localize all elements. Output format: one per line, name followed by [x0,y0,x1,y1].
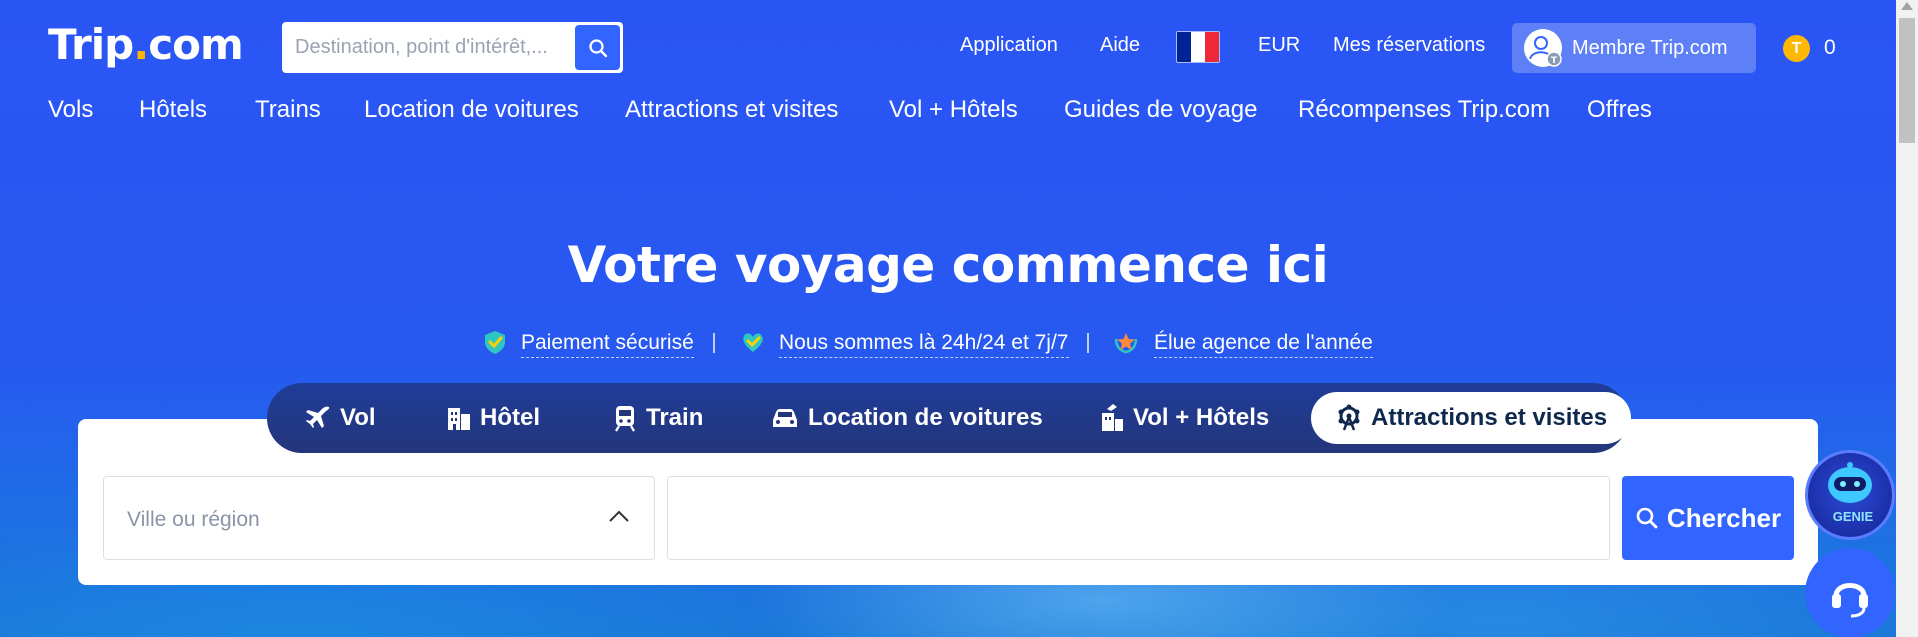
tab-train[interactable]: Train [612,392,703,444]
search-icon [588,38,607,57]
destination-search-input[interactable] [282,27,572,68]
scroll-up-arrow[interactable] [1901,2,1913,10]
trip-coins-icon[interactable]: T [1783,35,1810,62]
genie-label: GENIE [1832,509,1874,524]
nav-item-attractions[interactable]: Attractions et visites [625,96,838,124]
member-label: Membre Trip.com [1572,36,1728,59]
tab-label: Vol + Hôtels [1133,404,1270,431]
robot-icon [1828,462,1872,503]
building-icon [448,408,470,430]
nav-item-car-rental[interactable]: Location de voitures [364,96,579,124]
page-scrollbar[interactable] [1896,0,1918,637]
help-link[interactable]: Aide [1100,34,1140,57]
tab-attractions[interactable]: Attractions et visites [1311,392,1632,444]
search-submit-button[interactable]: Chercher [1622,476,1794,560]
scrollbar-thumb[interactable] [1899,18,1915,143]
heart-support-icon [743,333,763,352]
nav-item-trains[interactable]: Trains [255,96,321,124]
search-tabs: Vol Hôtel Train Location de voitures Vol… [267,383,1632,453]
top-bar: Trip.com Application Aide EUR Mes réserv… [0,0,1900,96]
city-region-placeholder: Ville ou région [127,508,260,531]
currency-selector[interactable]: EUR [1258,34,1300,57]
chevron-up-icon [609,510,629,522]
hero-title: Votre voyage commence ici [567,236,1329,294]
tab-car-rental[interactable]: Location de voitures [770,392,1043,444]
tab-label: Hôtel [480,404,540,431]
language-flag-france[interactable] [1176,31,1220,63]
tab-label: Attractions et visites [1371,404,1608,431]
headset-icon [1832,583,1868,618]
car-icon [773,409,797,427]
badge-separator [1087,333,1089,353]
tab-label: Train [646,404,704,431]
member-button[interactable]: T Membre Trip.com [1512,23,1756,73]
tab-label: Location de voitures [808,404,1043,431]
customer-support-button[interactable] [1805,548,1895,637]
keyword-input[interactable] [667,476,1610,560]
flight-hotel-icon [1102,404,1123,431]
nav-item-flight-hotel[interactable]: Vol + Hôtels [889,96,1018,124]
tab-flight-hotel[interactable]: Vol + Hôtels [1099,392,1269,444]
award-star-icon [1114,333,1138,354]
plane-icon [306,406,330,428]
trip-logo[interactable]: Trip.com [48,20,244,69]
application-link[interactable]: Application [960,34,1058,57]
tab-hotel[interactable]: Hôtel [446,392,540,444]
search-submit-label: Chercher [1666,502,1782,533]
shield-check-icon [485,331,505,354]
search-button[interactable] [575,25,620,70]
tab-flight[interactable]: Vol [304,392,376,444]
genie-assistant-button[interactable]: GENIE [1805,450,1895,540]
nav-item-deals[interactable]: Offres [1587,96,1652,124]
badge-secure-payment[interactable]: Paiement sécurisé [521,331,694,358]
tab-label: Vol [340,404,376,431]
nav-item-hotels[interactable]: Hôtels [139,96,207,124]
search-icon [1636,507,1658,529]
city-region-select[interactable]: Ville ou région [103,476,655,560]
destination-search [282,22,623,73]
badge-support-24-7[interactable]: Nous sommes là 24h/24 et 7j/7 [779,331,1069,358]
nav-item-flights[interactable]: Vols [48,96,93,124]
nav-item-travel-guides[interactable]: Guides de voyage [1064,96,1257,124]
avatar-icon: T [1524,29,1562,67]
ferris-wheel-icon [1338,404,1360,431]
train-icon [615,406,635,432]
badge-agency-of-year[interactable]: Élue agence de l'année [1154,331,1373,358]
svg-text:T: T [1551,56,1558,66]
trip-coins-count: 0 [1824,36,1836,59]
badge-separator [713,333,715,353]
nav-item-rewards[interactable]: Récompenses Trip.com [1298,96,1550,124]
my-bookings-link[interactable]: Mes réservations [1333,34,1485,57]
